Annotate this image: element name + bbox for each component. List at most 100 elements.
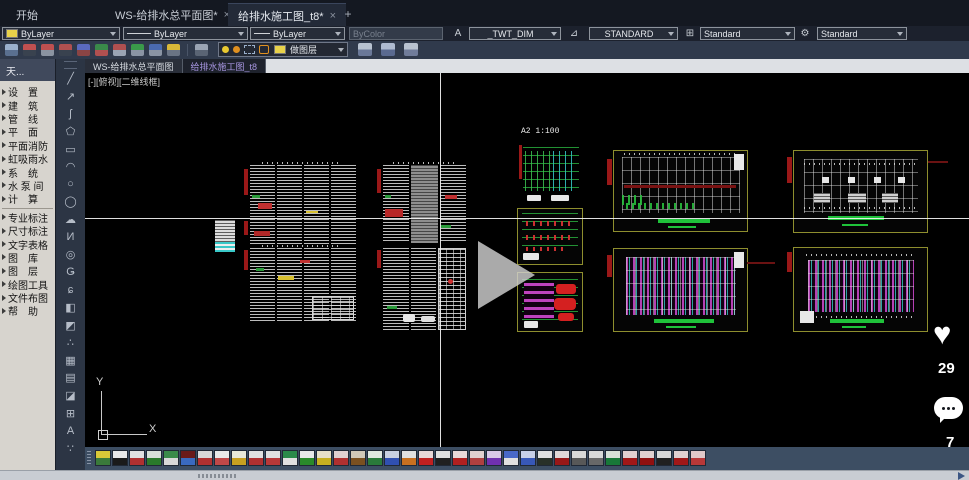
bt-palette-icon[interactable] xyxy=(95,450,111,466)
polygon-tool-icon[interactable]: ⬠ xyxy=(56,123,85,141)
bt-arrow-icon[interactable] xyxy=(197,450,213,466)
bt-char-icon[interactable] xyxy=(503,450,519,466)
block-tool-icon[interactable] xyxy=(77,44,90,56)
ellipse-tool-icon[interactable]: ◯ xyxy=(56,193,85,211)
bt-orange-icon[interactable] xyxy=(401,450,417,466)
tab-start[interactable]: 开始 xyxy=(6,3,48,26)
table-tool-icon[interactable]: ⊞ xyxy=(56,404,85,422)
pen-tool-icon[interactable] xyxy=(59,44,72,56)
color-points-tool-icon[interactable]: ∵ xyxy=(56,439,85,457)
layer-states-icon[interactable] xyxy=(404,43,418,56)
palette-item[interactable]: 平面消防 xyxy=(0,139,55,152)
layer-isolate-icon[interactable] xyxy=(358,43,372,56)
palette-item[interactable]: 水 泵 间 xyxy=(0,179,55,192)
hatch-tool-icon[interactable]: ▦ xyxy=(56,352,85,370)
lineweight-combobox[interactable]: ByLayer xyxy=(250,27,345,40)
bt-posts-icon[interactable] xyxy=(554,450,570,466)
table-style-combobox[interactable]: Standard xyxy=(700,27,795,40)
play-icon[interactable] xyxy=(478,241,535,309)
text-style-combobox[interactable]: _TWT_DIM xyxy=(469,27,561,40)
palette-item[interactable]: 绘图工具 xyxy=(0,277,55,290)
ray-tool-icon[interactable]: ↗ xyxy=(56,88,85,106)
bt-wedge2-icon[interactable] xyxy=(656,450,672,466)
arc-tool-icon[interactable]: ◠ xyxy=(56,158,85,176)
layer-unisolate-icon[interactable] xyxy=(381,43,395,56)
bt-save-icon[interactable] xyxy=(112,450,128,466)
point-tool-icon[interactable]: ∴ xyxy=(56,334,85,352)
bt-export-icon[interactable] xyxy=(146,450,162,466)
sketch-tool-icon[interactable]: ʃ xyxy=(56,105,85,123)
layer-control-group[interactable]: 做图层 xyxy=(218,42,348,57)
bt-machine-icon[interactable] xyxy=(129,450,145,466)
block-create-tool-icon[interactable]: ◩ xyxy=(56,316,85,334)
palette-item[interactable]: 建 筑 xyxy=(0,98,55,111)
bt-pump-icon[interactable] xyxy=(333,450,349,466)
linetype-combobox[interactable]: ByLayer xyxy=(123,27,248,40)
bt-rings-icon[interactable] xyxy=(690,450,706,466)
palette-item[interactable]: 计 算 xyxy=(0,192,55,205)
circle-tool-icon[interactable]: ○ xyxy=(56,176,85,194)
bt-flag-icon[interactable] xyxy=(282,450,298,466)
palette-item[interactable]: 尺寸标注 xyxy=(0,224,55,237)
broom-tool-icon[interactable] xyxy=(167,44,180,56)
tab-drawing-2[interactable]: 给排水施工图_t8* × xyxy=(228,3,346,27)
bt-table-icon[interactable] xyxy=(367,450,383,466)
helix-tool-icon[interactable]: Ǥ xyxy=(56,264,85,282)
drawing-tab-2[interactable]: 给排水施工图_t8 xyxy=(183,59,267,73)
erase-tool-icon[interactable] xyxy=(41,44,54,56)
layers-page-tool-icon[interactable] xyxy=(195,44,208,56)
bt-bridge-icon[interactable] xyxy=(622,450,638,466)
palette-title[interactable]: 天... xyxy=(0,59,55,81)
bt-circle-icon[interactable] xyxy=(299,450,315,466)
spline-tool-icon[interactable]: И xyxy=(56,228,85,246)
palette-item[interactable]: 图 层 xyxy=(0,264,55,277)
bt-valve-icon[interactable] xyxy=(571,450,587,466)
bt-fitting-icon[interactable] xyxy=(588,450,604,466)
bt-fb-icon[interactable] xyxy=(163,450,179,466)
match-props-icon[interactable] xyxy=(5,44,18,56)
red-tool-1-icon[interactable] xyxy=(23,44,36,56)
toolbar-grip[interactable] xyxy=(64,61,77,69)
layer-on-bulb-icon[interactable] xyxy=(222,46,229,53)
palette-item[interactable]: 虹吸雨水 xyxy=(0,152,55,165)
mleader-style-combobox[interactable]: Standard xyxy=(817,27,907,40)
comment-bubble-icon[interactable] xyxy=(934,397,963,419)
layer-color-swatch[interactable] xyxy=(274,45,286,54)
bt-down-icon[interactable] xyxy=(265,450,281,466)
palette-item[interactable]: 文字表格 xyxy=(0,237,55,250)
palette-item[interactable]: 图 库 xyxy=(0,251,55,264)
drawing-tab-1[interactable]: WS-给排水总平面图 xyxy=(85,59,183,73)
bt-pencil-icon[interactable] xyxy=(231,450,247,466)
palette-item[interactable]: 平 面 xyxy=(0,125,55,138)
bt-view-icon[interactable] xyxy=(180,450,196,466)
new-tab-button[interactable]: + xyxy=(340,6,356,22)
dim-style-combobox[interactable]: STANDARD xyxy=(589,27,678,40)
donut-tool-icon[interactable]: ◎ xyxy=(56,246,85,264)
statusbar-grip-icon[interactable] xyxy=(198,474,236,478)
palette-item[interactable]: 文件布图 xyxy=(0,291,55,304)
line-tool-icon[interactable]: ╱ xyxy=(56,70,85,88)
close-icon[interactable]: × xyxy=(330,10,336,22)
loop-tool-icon[interactable]: ɕ xyxy=(56,281,85,299)
bt-cross-icon[interactable] xyxy=(452,450,468,466)
raster-tool-icon[interactable]: ◪ xyxy=(56,387,85,405)
palette-item[interactable]: 设 置 xyxy=(0,85,55,98)
cloud-tool-icon[interactable]: ☁ xyxy=(56,211,85,229)
rectangle-tool-icon[interactable]: ▭ xyxy=(56,140,85,158)
copy-red-tool-icon[interactable] xyxy=(113,44,126,56)
bt-pen2-icon[interactable] xyxy=(316,450,332,466)
brush-2-tool-icon[interactable] xyxy=(131,44,144,56)
bt-pipes-icon[interactable] xyxy=(350,450,366,466)
bt-squiggle-icon[interactable] xyxy=(214,450,230,466)
bt-posts2-icon[interactable] xyxy=(673,450,689,466)
palette-item[interactable]: 系 统 xyxy=(0,165,55,178)
bt-wedge-icon[interactable] xyxy=(435,450,451,466)
tab-drawing-1[interactable]: WS-给排水总平面图* × xyxy=(105,3,240,26)
palette-item[interactable]: 帮 助 xyxy=(0,304,55,317)
viewport-controls[interactable]: [-][俯视][二维线框] xyxy=(88,75,160,88)
scroll-arrow-icon[interactable] xyxy=(958,472,965,480)
boundary-tool-icon[interactable]: ▤ xyxy=(56,369,85,387)
bt-bgrid-icon[interactable] xyxy=(520,450,536,466)
bt-fan-icon[interactable] xyxy=(605,450,621,466)
palette-item[interactable]: 管 线 xyxy=(0,112,55,125)
